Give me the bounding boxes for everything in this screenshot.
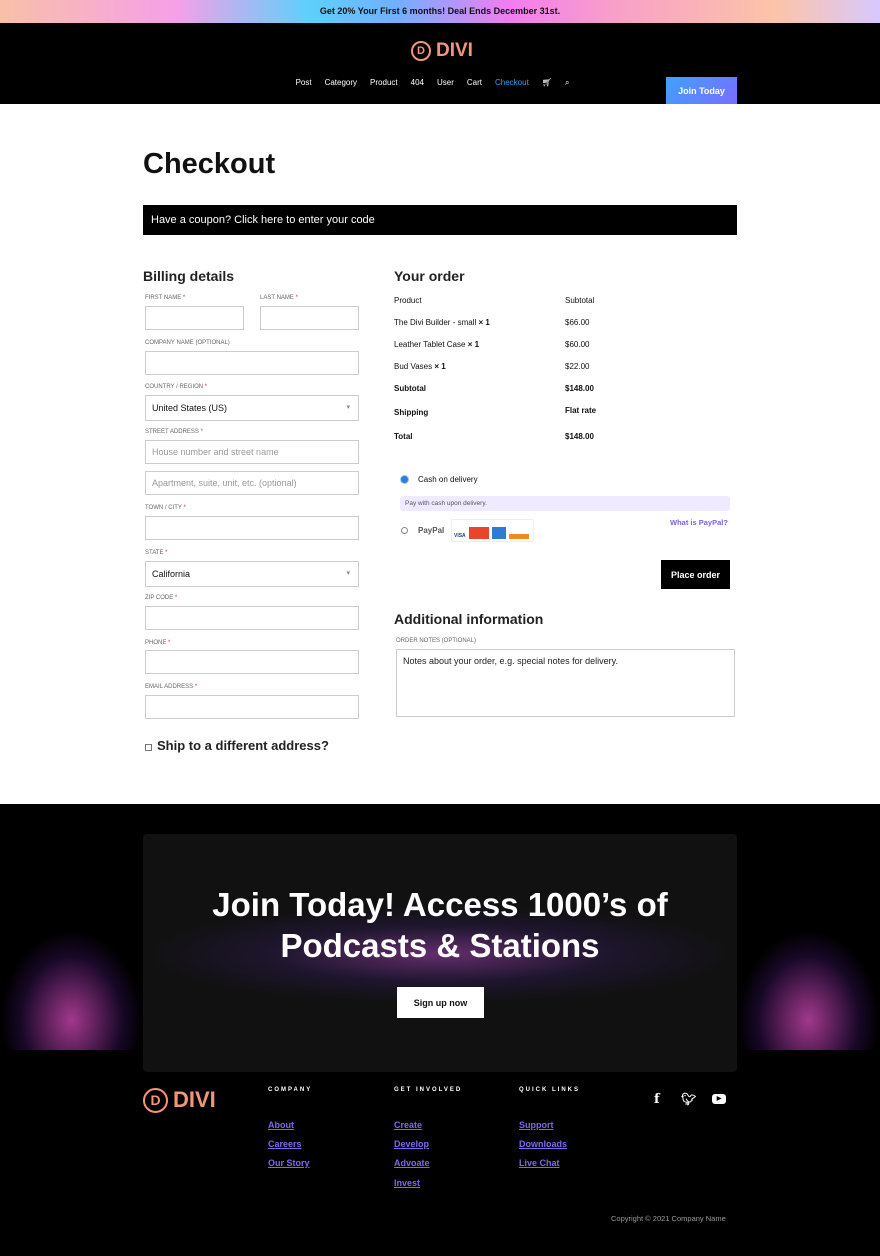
subtotal-value: $148.00: [565, 384, 594, 393]
town-label: TOWN / CITY *: [145, 505, 186, 511]
company-input[interactable]: [145, 351, 359, 375]
cta-section: Join Today! Access 1000’s of Podcasts & …: [143, 834, 737, 1072]
ship-different-checkbox[interactable]: [145, 744, 152, 751]
nav-category[interactable]: Category: [325, 78, 357, 88]
cta-heading: Join Today! Access 1000’s of Podcasts & …: [212, 886, 668, 964]
footer-link-live-chat[interactable]: Live Chat: [519, 1158, 560, 1168]
search-icon[interactable]: ⌕: [565, 78, 569, 88]
phone-input[interactable]: [145, 650, 359, 674]
state-label: STATE *: [145, 550, 168, 556]
order-item: Bud Vases × 1: [394, 362, 446, 371]
country-label: COUNTRY / REGION *: [145, 384, 208, 390]
first-name-label: FIRST NAME *: [145, 295, 186, 301]
paypal-radio[interactable]: [401, 527, 408, 534]
header: [0, 23, 880, 104]
order-notes-textarea[interactable]: Notes about your order, e.g. special not…: [396, 649, 735, 717]
footer-link-advoate[interactable]: Advoate: [394, 1158, 430, 1168]
facebook-icon[interactable]: f: [654, 1092, 660, 1107]
ship-different-label[interactable]: Ship to a different address?: [157, 738, 329, 753]
card-logos: VISA: [451, 519, 534, 542]
order-item-price: $22.00: [565, 362, 590, 371]
nav-404[interactable]: 404: [411, 78, 424, 88]
footer-link-about[interactable]: About: [268, 1120, 294, 1130]
logo-icon: D: [143, 1087, 168, 1113]
zip-label: ZIP CODE *: [145, 595, 178, 601]
page-title: Checkout: [143, 148, 276, 180]
zip-input[interactable]: [145, 606, 359, 630]
nav-cart[interactable]: Cart: [467, 78, 482, 88]
logo-icon: D: [411, 41, 431, 61]
discover-icon: [508, 527, 529, 539]
shipping-label: Shipping: [394, 408, 429, 417]
amex-icon: [491, 527, 506, 539]
what-is-paypal-link[interactable]: What is PayPal?: [670, 518, 728, 527]
col-product: Product: [394, 296, 422, 305]
youtube-icon[interactable]: ▶: [712, 1094, 726, 1104]
logo[interactable]: D DIVI: [411, 40, 473, 62]
order-item: Leather Tablet Case × 1: [394, 340, 480, 349]
street-label: STREET ADDRESS *: [145, 429, 203, 435]
twitter-icon[interactable]: 🐦︎: [681, 1092, 696, 1106]
email-input[interactable]: [145, 695, 359, 719]
nav-post[interactable]: Post: [296, 78, 312, 88]
order-item-price: $66.00: [565, 318, 590, 327]
last-name-label: LAST NAME *: [260, 295, 298, 301]
nav-checkout[interactable]: Checkout: [495, 78, 529, 88]
billing-title: Billing details: [143, 268, 235, 284]
additional-title: Additional information: [394, 611, 544, 627]
nav-product[interactable]: Product: [370, 78, 398, 88]
order-notes-label: ORDER NOTES (OPTIONAL): [396, 638, 477, 644]
footer-link-our-story[interactable]: Our Story: [268, 1158, 310, 1168]
email-label: EMAIL ADDRESS *: [145, 684, 198, 690]
wave-decoration: [737, 930, 880, 1050]
shipping-value: Flat rate: [565, 406, 597, 415]
order-title: Your order: [394, 268, 465, 284]
total-label: Total: [394, 432, 413, 441]
paypal-label[interactable]: PayPal: [418, 526, 444, 535]
footer-link-downloads[interactable]: Downloads: [519, 1139, 567, 1149]
sign-up-button[interactable]: Sign up now: [397, 987, 484, 1018]
cod-description: Pay with cash upon delivery.: [400, 496, 730, 511]
country-select[interactable]: United States (US): [145, 395, 359, 421]
state-select[interactable]: California: [145, 561, 359, 587]
footer-col-title: COMPANY: [268, 1087, 313, 1093]
order-item-price: $60.00: [565, 340, 590, 349]
footer-link-invest[interactable]: Invest: [394, 1178, 420, 1188]
cod-label[interactable]: Cash on delivery: [418, 475, 478, 484]
col-subtotal: Subtotal: [565, 296, 595, 305]
main-nav: Post Category Product 404 User Cart Chec…: [0, 78, 880, 88]
footer-link-create[interactable]: Create: [394, 1120, 422, 1130]
footer-link-develop[interactable]: Develop: [394, 1139, 429, 1149]
mastercard-icon: [468, 527, 489, 539]
total-value: $148.00: [565, 432, 594, 441]
phone-label: PHONE *: [145, 640, 171, 646]
company-label: COMPANY NAME (OPTIONAL): [145, 340, 230, 346]
street-input-1[interactable]: House number and street name: [145, 440, 359, 464]
town-input[interactable]: [145, 516, 359, 540]
first-name-input[interactable]: [145, 306, 244, 330]
join-today-button[interactable]: Join Today: [666, 77, 737, 104]
coupon-toggle[interactable]: Have a coupon? Click here to enter your …: [143, 205, 737, 235]
place-order-button[interactable]: Place order: [661, 560, 730, 589]
footer-col-title: QUICK LINKS: [519, 1087, 580, 1093]
footer-link-support[interactable]: Support: [519, 1120, 554, 1130]
visa-icon: VISA: [454, 533, 466, 539]
logo-text: DIVI: [436, 40, 473, 61]
cart-icon[interactable]: 🛒︎: [542, 78, 552, 88]
nav-user[interactable]: User: [437, 78, 454, 88]
footer-logo[interactable]: D DIVI: [143, 1087, 216, 1113]
footer-col-title: GET INVOLVED: [394, 1087, 463, 1093]
wave-decoration: [0, 930, 143, 1050]
order-item: The Divi Builder - small × 1: [394, 318, 490, 327]
promo-banner[interactable]: Get 20% Your First 6 months! Deal Ends D…: [0, 0, 880, 23]
last-name-input[interactable]: [260, 306, 359, 330]
subtotal-label: Subtotal: [394, 384, 426, 393]
street-input-2[interactable]: Apartment, suite, unit, etc. (optional): [145, 471, 359, 495]
copyright: Copyright © 2021 Company Name: [611, 1214, 726, 1223]
cod-radio[interactable]: [401, 476, 408, 483]
footer-link-careers[interactable]: Careers: [268, 1139, 302, 1149]
